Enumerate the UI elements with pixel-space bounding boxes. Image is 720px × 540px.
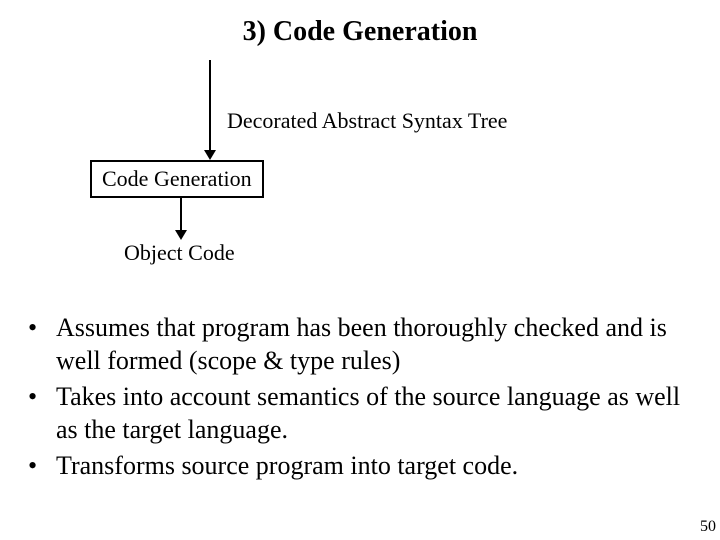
arrow-box-to-output <box>180 196 187 240</box>
bullet-text: Takes into account semantics of the sour… <box>56 381 708 446</box>
diagram-output-label: Object Code <box>124 240 235 266</box>
bullet-text: Transforms source program into target co… <box>56 450 708 483</box>
bullet-item: • Transforms source program into target … <box>28 450 708 483</box>
bullet-marker: • <box>28 450 56 483</box>
bullet-item: • Assumes that program has been thorough… <box>28 312 708 377</box>
diagram-process-box: Code Generation <box>90 160 264 198</box>
bullet-marker: • <box>28 312 56 345</box>
bullet-list: • Assumes that program has been thorough… <box>28 312 708 487</box>
slide-title: 3) Code Generation <box>0 16 720 48</box>
bullet-marker: • <box>28 381 56 414</box>
page-number: 50 <box>700 518 716 536</box>
bullet-item: • Takes into account semantics of the so… <box>28 381 708 446</box>
diagram-input-label: Decorated Abstract Syntax Tree <box>227 108 507 134</box>
bullet-text: Assumes that program has been thoroughly… <box>56 312 708 377</box>
arrow-input-to-box <box>209 60 216 160</box>
